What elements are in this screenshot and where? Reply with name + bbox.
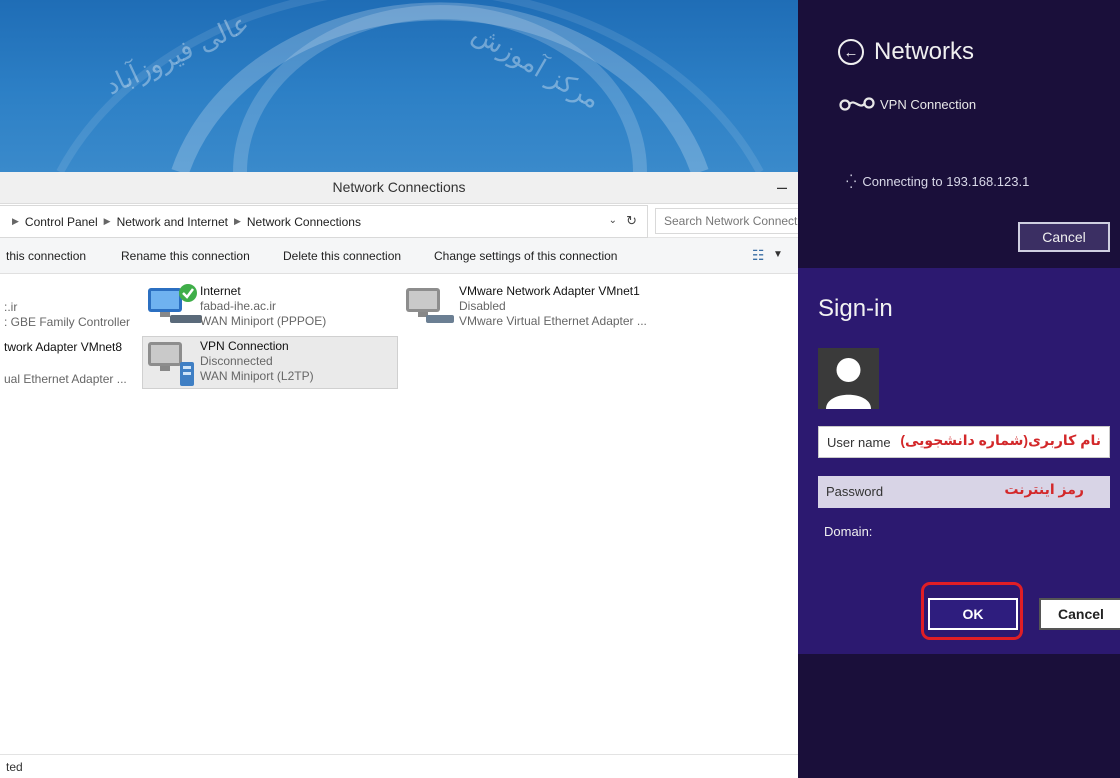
connection-item-vmnet8[interactable]: twork Adapter VMnet8 ual Ethernet Adapte… — [4, 340, 127, 387]
view-options-icon[interactable]: ☷ — [752, 247, 765, 264]
cancel-signin-button[interactable]: Cancel — [1039, 598, 1120, 630]
search-input[interactable]: Search Network Connect — [655, 208, 805, 234]
connection-name: Internet — [200, 284, 241, 298]
address-bar: ▶ Control Panel ▶ Network and Internet ▶… — [0, 205, 805, 238]
status-bar: ted — [0, 754, 798, 778]
networks-title: Networks — [874, 38, 975, 65]
networks-charm-panel: ← Networks VPN Connection ⁛ Connecting to… — [798, 0, 1120, 778]
connection-item-vmnet1[interactable]: VMware Network Adapter VMnet1 Disabled V… — [459, 284, 647, 329]
window-title: Network Connections — [332, 179, 466, 195]
back-arrow-icon[interactable]: ← — [838, 39, 864, 65]
breadcrumb-chevron-icon: ▶ — [233, 216, 241, 226]
window-titlebar: Network Connections – — [0, 172, 798, 204]
username-input[interactable]: User name نام کاربری(شماره دانشجویی) — [818, 426, 1110, 458]
network-adapter-disabled-icon — [406, 288, 454, 323]
connection-adapter-name: WAN Miniport (PPPOE) — [200, 314, 327, 328]
username-annotation: نام کاربری(شماره دانشجویی) — [900, 432, 1101, 448]
connection-adapter-name: ual Ethernet Adapter ... — [4, 372, 127, 386]
rename-connection-button[interactable]: Rename this connection — [121, 249, 250, 263]
vpn-network-name: VPN Connection — [880, 96, 977, 112]
networks-panel: ← Networks VPN Connection ⁛ Connecting to… — [798, 0, 1120, 268]
refresh-icon[interactable]: ↻ — [626, 213, 637, 229]
delete-connection-button[interactable]: Delete this connection — [283, 249, 401, 263]
command-bar: this connection Rename this connection D… — [0, 238, 798, 274]
password-input[interactable]: Password رمز اینترنت — [818, 476, 1110, 508]
network-adapter-icon — [148, 284, 202, 323]
breadcrumb[interactable]: ▶ Control Panel ▶ Network and Internet ▶… — [0, 205, 648, 238]
vpn-network-entry[interactable]: VPN Connection — [838, 96, 976, 112]
connection-adapter-name: VMware Virtual Ethernet Adapter ... — [459, 314, 647, 328]
desktop-area: عالی فیروزآباد مرکز آموزش Network Connec… — [0, 0, 805, 778]
connection-adapter-name: WAN Miniport (L2TP) — [200, 369, 314, 383]
connecting-status-text: Connecting to 193.168.123.1 — [862, 174, 1030, 189]
user-silhouette-icon — [826, 358, 871, 409]
password-placeholder: Password — [826, 484, 884, 499]
connection-name: VPN Connection — [200, 339, 289, 353]
connection-name: twork Adapter VMnet8 — [4, 340, 123, 354]
connection-status: Disconnected — [200, 354, 273, 368]
signin-title: Sign-in — [818, 295, 893, 322]
breadcrumb-network-connections[interactable]: Network Connections — [247, 215, 361, 229]
breadcrumb-chevron-icon: ▶ — [12, 216, 19, 226]
connection-status: fabad-ihe.ac.ir — [200, 299, 277, 313]
vpn-link-icon — [839, 97, 875, 111]
username-placeholder: User name — [827, 435, 891, 450]
avatar — [818, 348, 879, 409]
desktop-wallpaper: عالی فیروزآباد مرکز آموزش — [0, 0, 798, 172]
connection-item-internet[interactable]: Internet fabad-ihe.ac.ir WAN Miniport (P… — [200, 284, 326, 329]
progress-dots-icon: ⁛ — [846, 174, 857, 189]
cancel-connecting-button[interactable]: Cancel — [1018, 222, 1110, 252]
connection-item-vpn[interactable]: VPN Connection Disconnected WAN Miniport… — [200, 339, 314, 384]
networks-header: ← Networks — [838, 38, 974, 66]
ok-button[interactable]: OK — [928, 598, 1018, 630]
breadcrumb-chevron-icon: ▶ — [103, 216, 111, 226]
domain-label: Domain: — [824, 524, 873, 539]
connecting-status: ⁛ Connecting to 193.168.123.1 — [846, 174, 1029, 190]
connection-network-name: :.ir — [4, 300, 18, 314]
connection-item-ethernet[interactable]: :.ir : GBE Family Controller — [4, 300, 130, 330]
connection-adapter-name: : GBE Family Controller — [4, 315, 131, 329]
minimize-button[interactable]: – — [772, 175, 792, 199]
connection-name: VMware Network Adapter VMnet1 — [459, 284, 640, 298]
change-settings-button[interactable]: Change settings of this connection — [434, 249, 617, 263]
connection-status: Disabled — [459, 299, 506, 313]
breadcrumb-control-panel[interactable]: Control Panel — [25, 215, 98, 229]
connect-this-connection-button[interactable]: this connection — [6, 249, 86, 263]
password-annotation: رمز اینترنت — [1004, 481, 1084, 497]
address-dropdown-icon[interactable]: ⌄ — [609, 215, 617, 226]
vpn-connection-icon — [148, 342, 194, 386]
breadcrumb-network-and-internet[interactable]: Network and Internet — [117, 215, 228, 229]
signin-dialog: Sign-in User name نام کاربری(شماره دانشج… — [798, 268, 1120, 654]
view-options-dropdown-icon[interactable]: ▼ — [773, 249, 783, 260]
